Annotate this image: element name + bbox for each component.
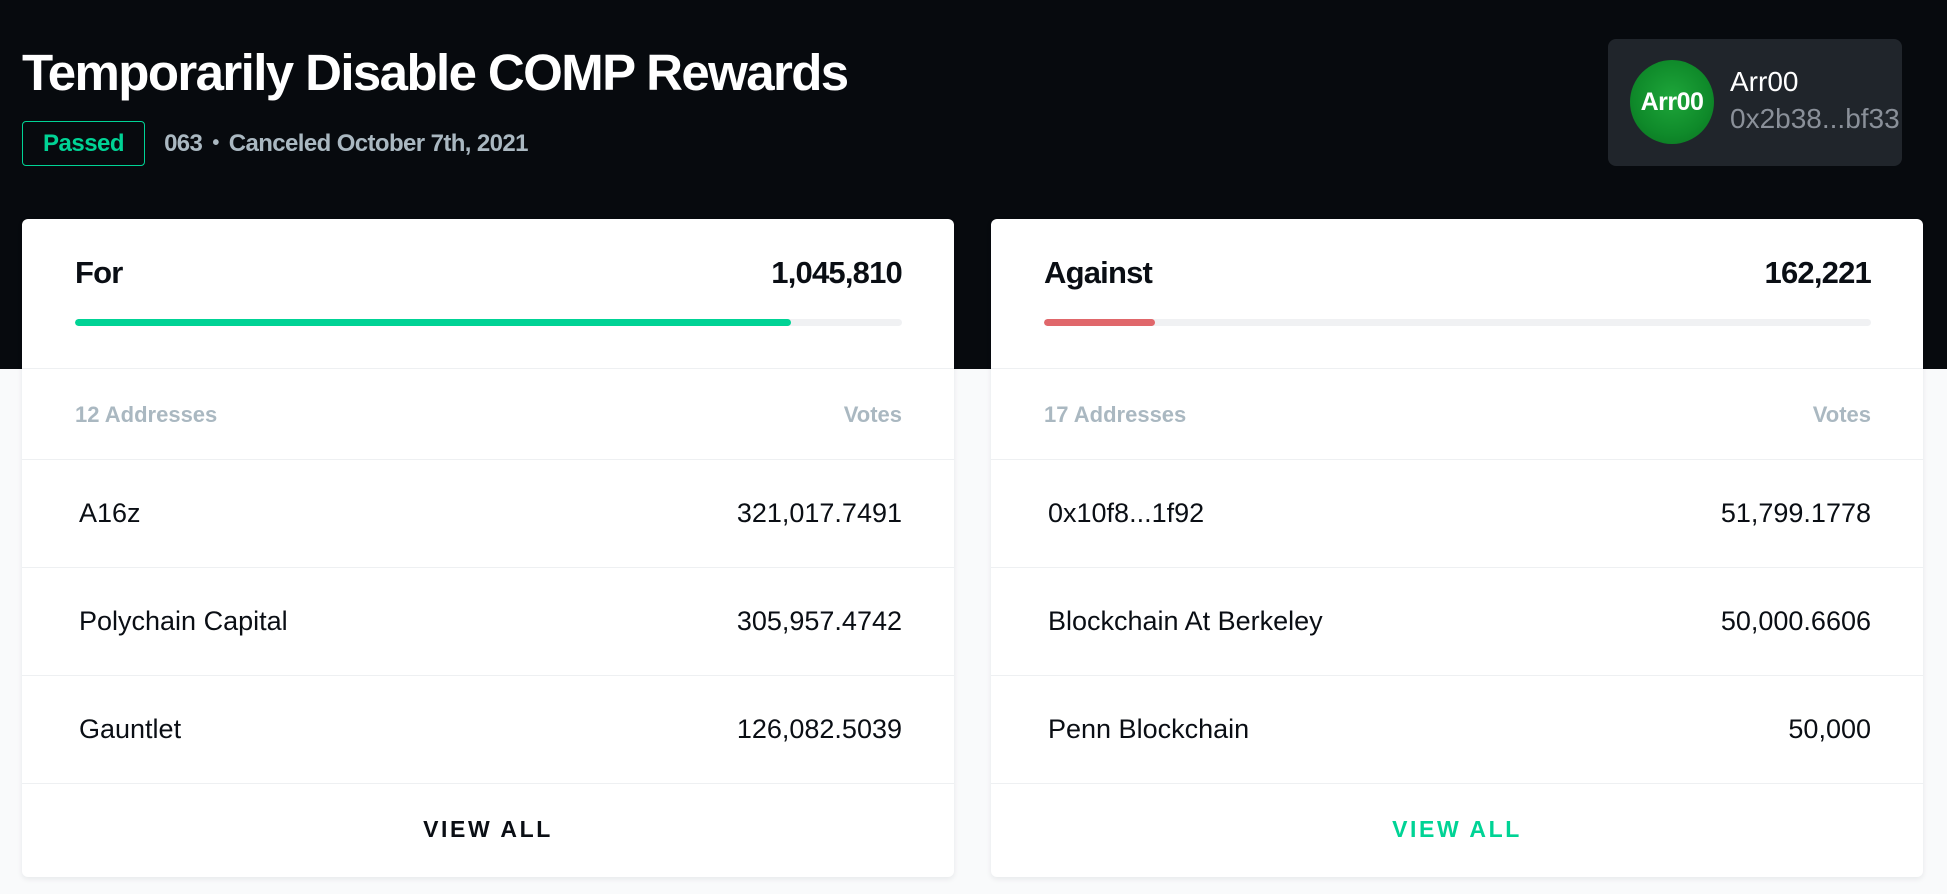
voter-votes: 50,000.6606 <box>1720 606 1871 636</box>
against-progress-bar <box>1044 319 1871 326</box>
for-total: 1,045,810 <box>771 255 903 290</box>
against-votes-header: Against 162,221 <box>991 219 1923 369</box>
voter-row[interactable]: Gauntlet 126,082.5039 <box>22 676 954 784</box>
voter-row[interactable]: A16z 321,017.7491 <box>22 460 954 568</box>
separator-dot: • <box>212 132 219 154</box>
proposal-info: 063 • Canceled October 7th, 2021 <box>164 130 528 158</box>
proposal-id: 063 <box>164 129 203 157</box>
against-votes-column-header: Votes <box>1812 402 1871 427</box>
proposer-name: Arr00 <box>1730 66 1799 97</box>
voter-row[interactable]: Blockchain At Berkeley 50,000.6606 <box>991 568 1923 676</box>
page-title: Temporarily Disable COMP Rewards <box>22 44 849 101</box>
proposer-address: 0x2b38...bf33 <box>1730 103 1900 134</box>
for-list-header: 12 Addresses Votes <box>22 369 954 460</box>
against-address-count: 17 Addresses <box>1044 402 1187 427</box>
voter-row[interactable]: 0x10f8...1f92 51,799.1778 <box>991 460 1923 568</box>
voter-votes: 126,082.5039 <box>736 714 902 744</box>
voter-row[interactable]: Penn Blockchain 50,000 <box>991 676 1923 784</box>
against-label: Against <box>1044 255 1153 290</box>
voter-name: Penn Blockchain <box>1048 714 1250 744</box>
for-view-all-button[interactable]: VIEW ALL <box>22 784 954 875</box>
status-badge: Passed <box>22 121 146 166</box>
for-address-count: 12 Addresses <box>75 402 218 427</box>
against-view-all-button[interactable]: VIEW ALL <box>991 784 1923 875</box>
for-votes-header: For 1,045,810 <box>22 219 954 369</box>
against-list-header: 17 Addresses Votes <box>991 369 1923 460</box>
voter-row[interactable]: Polychain Capital 305,957.4742 <box>22 568 954 676</box>
for-progress-fill <box>75 319 792 326</box>
for-votes-card: For 1,045,810 12 Addresses Votes A16z 32… <box>22 219 954 877</box>
voter-votes: 50,000 <box>1788 714 1871 744</box>
proposer-card[interactable]: Arr00 Arr00 0x2b38...bf33 <box>1608 39 1902 166</box>
against-total: 162,221 <box>1764 255 1872 290</box>
against-progress-fill <box>1044 319 1155 326</box>
voter-name: Polychain Capital <box>79 606 288 636</box>
voter-votes: 51,799.1778 <box>1720 498 1871 528</box>
voter-votes: 321,017.7491 <box>736 498 902 528</box>
proposal-meta: Passed 063 • Canceled October 7th, 2021 <box>22 121 529 166</box>
voter-name: Blockchain At Berkeley <box>1048 606 1323 636</box>
against-votes-card: Against 162,221 17 Addresses Votes 0x10f… <box>991 219 1923 877</box>
for-votes-column-header: Votes <box>843 402 902 427</box>
voter-name: 0x10f8...1f92 <box>1048 498 1205 528</box>
voter-name: A16z <box>79 498 141 528</box>
voter-votes: 305,957.4742 <box>736 606 902 636</box>
for-label: For <box>75 255 123 290</box>
voter-name: Gauntlet <box>79 714 182 744</box>
for-progress-bar <box>75 319 902 326</box>
proposal-state: Canceled October 7th, 2021 <box>228 129 529 157</box>
avatar: Arr00 <box>1630 60 1714 144</box>
